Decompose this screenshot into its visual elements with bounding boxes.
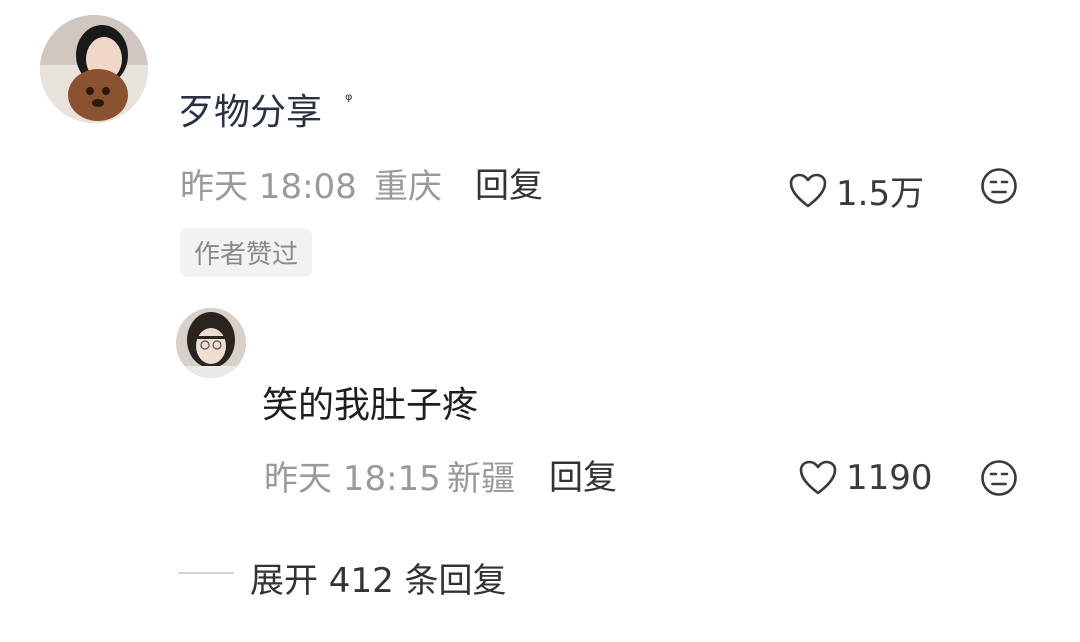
expand-replies-button[interactable]: 展开 412 条回复 xyxy=(250,553,507,602)
like-button[interactable]: 1.5万 xyxy=(788,166,924,215)
emoji-button[interactable] xyxy=(980,167,1018,209)
reply-button[interactable]: 回复 xyxy=(549,461,617,495)
avatar[interactable] xyxy=(176,308,246,378)
comment-time: 昨天 18:08 xyxy=(180,167,357,207)
comment-text: 笑的我肚子疼 xyxy=(262,385,479,426)
user-photo xyxy=(176,308,246,378)
neutral-face-icon xyxy=(981,460,1017,496)
heart-outline-icon xyxy=(789,173,827,207)
comment-text: 歹物分享 xyxy=(178,92,323,133)
emoji-button[interactable] xyxy=(980,459,1018,501)
comment-location: 新疆 xyxy=(447,459,515,499)
like-count: 1190 xyxy=(846,458,933,498)
like-button[interactable]: 1190 xyxy=(798,458,933,498)
comment-time: 昨天 18:15 xyxy=(264,459,441,499)
reply-button[interactable]: 回复 xyxy=(475,169,543,203)
like-count: 1.5万 xyxy=(836,174,925,214)
heart-outline-icon xyxy=(799,460,837,495)
comment-location: 重庆 xyxy=(374,167,442,207)
user-photo xyxy=(40,15,148,123)
neutral-face-icon xyxy=(981,168,1017,204)
avatar[interactable] xyxy=(40,15,148,123)
expand-divider xyxy=(178,572,234,574)
author-liked-badge: 作者赞过 xyxy=(180,228,313,277)
search-icon[interactable]: ᵠ xyxy=(345,90,352,111)
